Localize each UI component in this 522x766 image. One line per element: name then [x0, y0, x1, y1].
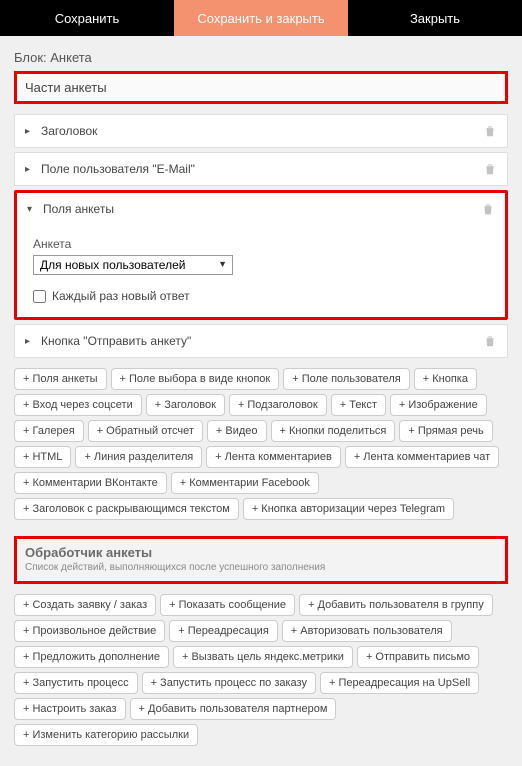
handler-action-chip[interactable]: + Настроить заказ [14, 698, 126, 720]
close-button[interactable]: Закрыть [348, 0, 522, 36]
save-close-button[interactable]: Сохранить и закрыть [174, 0, 348, 36]
add-block-chip[interactable]: + Прямая речь [399, 420, 492, 442]
add-block-chip[interactable]: + Видео [207, 420, 267, 442]
chevron-right-icon: ▸ [25, 164, 35, 175]
handler-chips: + Создать заявку / заказ+ Показать сообщ… [14, 594, 508, 746]
add-block-chip[interactable]: + Изображение [390, 394, 487, 416]
accordion-label: Поле пользователя "E-Mail" [41, 162, 483, 176]
main-content: Блок: Анкета Части анкеты ▸ Заголовок ▸ … [0, 36, 522, 766]
add-block-chip[interactable]: + Комментарии Facebook [171, 472, 319, 494]
add-block-chip[interactable]: + Обратный отсчет [88, 420, 203, 442]
add-block-chip[interactable]: + Кнопка авторизации через Telegram [243, 498, 454, 520]
add-block-chip[interactable]: + Поле пользователя [283, 368, 410, 390]
handler-action-chip[interactable]: + Отправить письмо [357, 646, 479, 668]
new-answer-checkbox[interactable] [33, 290, 46, 303]
add-block-chip[interactable]: + Поля анкеты [14, 368, 107, 390]
add-block-chip[interactable]: + Кнопки поделиться [271, 420, 396, 442]
chevron-right-icon: ▸ [25, 336, 35, 347]
handler-action-chip[interactable]: + Запустить процесс [14, 672, 138, 694]
add-block-chip[interactable]: + Кнопка [414, 368, 477, 390]
handler-action-chip[interactable]: + Показать сообщение [160, 594, 295, 616]
chevron-right-icon: ▸ [25, 126, 35, 137]
add-block-chip[interactable]: + Текст [331, 394, 386, 416]
accordion-body: Анкета Для новых пользователей Каждый ра… [17, 225, 505, 317]
add-block-chip[interactable]: + Подзаголовок [229, 394, 327, 416]
accordion-toggle[interactable]: ▾ Поля анкеты [17, 193, 505, 225]
accordion-toggle[interactable]: ▸ Кнопка "Отправить анкету" [15, 325, 507, 357]
form-select[interactable]: Для новых пользователей [33, 255, 233, 275]
parts-header: Части анкеты [14, 71, 508, 104]
accordion-label: Поля анкеты [43, 202, 481, 216]
accordion-item-submit: ▸ Кнопка "Отправить анкету" [14, 324, 508, 358]
handler-action-chip[interactable]: + Авторизовать пользователя [282, 620, 452, 642]
handler-action-chip[interactable]: + Добавить пользователя в группу [299, 594, 493, 616]
add-block-chip[interactable]: + Вход через соцсети [14, 394, 142, 416]
add-block-chip[interactable]: + Линия разделителя [75, 446, 202, 468]
block-title: Блок: Анкета [14, 50, 508, 65]
accordion-item-email: ▸ Поле пользователя "E-Mail" [14, 152, 508, 186]
handler-action-chip[interactable]: + Переадресация [169, 620, 278, 642]
form-select-wrap: Для новых пользователей [33, 255, 233, 275]
handler-action-chip[interactable]: + Добавить пользователя партнером [130, 698, 337, 720]
trash-icon[interactable] [483, 333, 497, 349]
top-toolbar: Сохранить Сохранить и закрыть Закрыть [0, 0, 522, 36]
trash-icon[interactable] [483, 161, 497, 177]
checkbox-row: Каждый раз новый ответ [33, 289, 489, 303]
accordion-item-header: ▸ Заголовок [14, 114, 508, 148]
add-block-chip[interactable]: + Заголовок [146, 394, 225, 416]
add-block-chip[interactable]: + Комментарии ВКонтакте [14, 472, 167, 494]
add-block-chip[interactable]: + Заголовок с раскрывающимся текстом [14, 498, 239, 520]
handler-action-chip[interactable]: + Переадресация на UpSell [320, 672, 479, 694]
accordion-item-form-fields: ▾ Поля анкеты Анкета Для новых пользоват… [14, 190, 508, 320]
handler-title: Обработчик анкеты [25, 545, 497, 560]
accordion-toggle[interactable]: ▸ Заголовок [15, 115, 507, 147]
add-block-chips: + Поля анкеты+ Поле выбора в виде кнопок… [14, 368, 508, 520]
accordion-toggle[interactable]: ▸ Поле пользователя "E-Mail" [15, 153, 507, 185]
accordion-label: Заголовок [41, 124, 483, 138]
add-block-chip[interactable]: + HTML [14, 446, 71, 468]
trash-icon[interactable] [483, 123, 497, 139]
accordion-label: Кнопка "Отправить анкету" [41, 334, 483, 348]
checkbox-label: Каждый раз новый ответ [52, 289, 190, 303]
trash-icon[interactable] [481, 201, 495, 217]
handler-action-chip[interactable]: + Произвольное действие [14, 620, 165, 642]
handler-action-chip[interactable]: + Изменить категорию рассылки [14, 724, 198, 746]
handler-action-chip[interactable]: + Создать заявку / заказ [14, 594, 156, 616]
add-block-chip[interactable]: + Лента комментариев чат [345, 446, 499, 468]
handler-action-chip[interactable]: + Вызвать цель яндекс.метрики [173, 646, 353, 668]
handler-header-box: Обработчик анкеты Список действий, выпол… [14, 536, 508, 584]
save-button[interactable]: Сохранить [0, 0, 174, 36]
add-block-chip[interactable]: + Лента комментариев [206, 446, 341, 468]
chevron-down-icon: ▾ [27, 204, 37, 215]
add-block-chip[interactable]: + Галерея [14, 420, 84, 442]
handler-subtitle: Список действий, выполняющихся после усп… [25, 562, 497, 573]
add-block-chip[interactable]: + Поле выбора в виде кнопок [111, 368, 280, 390]
handler-action-chip[interactable]: + Запустить процесс по заказу [142, 672, 316, 694]
handler-action-chip[interactable]: + Предложить дополнение [14, 646, 169, 668]
select-label: Анкета [33, 237, 489, 251]
